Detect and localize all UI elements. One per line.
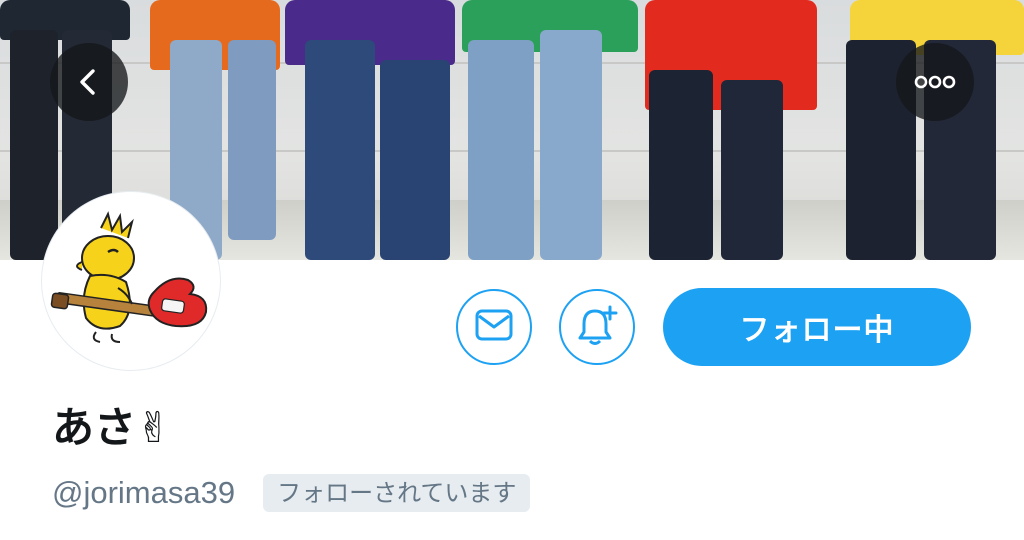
more-horizontal-icon (914, 75, 956, 89)
banner-figure (645, 0, 825, 260)
message-button[interactable] (456, 289, 532, 365)
avatar[interactable] (42, 192, 220, 370)
chevron-left-icon (74, 67, 104, 97)
display-name: あさ✌ (52, 403, 172, 452)
user-handle: @jorimasa39 (52, 475, 236, 510)
bell-plus-icon (575, 303, 619, 351)
more-options-button[interactable] (896, 43, 974, 121)
follows-you-badge: フォローされています (263, 474, 531, 512)
handle-row: @jorimasa39 フォローされています (52, 472, 531, 514)
profile-page: フォロー中 あさ✌ @jorimasa39 フォローされています (0, 0, 1024, 540)
envelope-icon (474, 307, 514, 347)
notifications-button[interactable] (559, 289, 635, 365)
following-button[interactable]: フォロー中 (663, 288, 971, 366)
back-button[interactable] (50, 43, 128, 121)
banner-figure (462, 0, 642, 260)
banner-figure (285, 0, 465, 260)
banner-figure (840, 0, 1024, 260)
